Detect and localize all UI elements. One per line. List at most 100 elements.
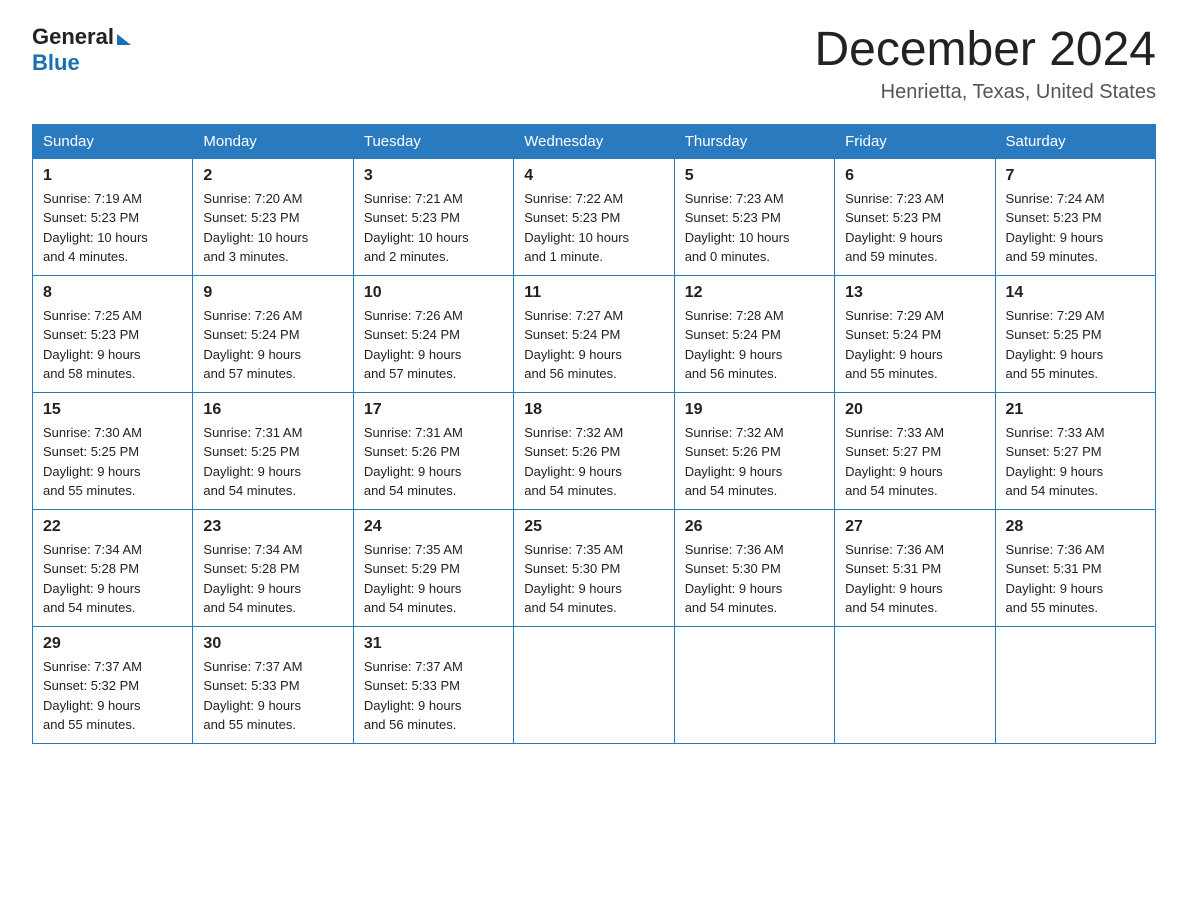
calendar-day-cell: 24 Sunrise: 7:35 AMSunset: 5:29 PMDayligh… [353, 509, 513, 626]
page-subtitle: Henrietta, Texas, United States [814, 81, 1156, 104]
calendar-day-cell: 26Sunrise: 7:36 AMSunset: 5:30 PMDayligh… [674, 509, 834, 626]
calendar-day-cell: 1 Sunrise: 7:19 AMSunset: 5:23 PMDaylight… [33, 158, 193, 275]
day-number: 10 [364, 284, 503, 302]
calendar-day-cell: 11Sunrise: 7:27 AMSunset: 5:24 PMDayligh… [514, 275, 674, 392]
column-header-friday: Friday [835, 124, 995, 158]
calendar-day-cell [514, 626, 674, 743]
calendar-day-cell: 18 Sunrise: 7:32 AMSunset: 5:26 PMDayligh… [514, 392, 674, 509]
day-info: Sunrise: 7:28 AMSunset: 5:24 PMDaylight:… [685, 306, 824, 384]
day-number: 12 [685, 284, 824, 302]
calendar-day-cell: 22 Sunrise: 7:34 AMSunset: 5:28 PMDayligh… [33, 509, 193, 626]
day-info: Sunrise: 7:19 AMSunset: 5:23 PMDaylight:… [43, 189, 182, 267]
day-info: Sunrise: 7:20 AMSunset: 5:23 PMDaylight:… [203, 189, 342, 267]
day-number: 27 [845, 518, 984, 536]
day-info: Sunrise: 7:30 AMSunset: 5:25 PMDaylight:… [43, 423, 182, 501]
day-number: 29 [43, 635, 182, 653]
calendar-day-cell: 29 Sunrise: 7:37 AMSunset: 5:32 PMDayligh… [33, 626, 193, 743]
day-number: 20 [845, 401, 984, 419]
calendar-day-cell [674, 626, 834, 743]
day-info: Sunrise: 7:23 AMSunset: 5:23 PMDaylight:… [685, 189, 824, 267]
day-info: Sunrise: 7:33 AMSunset: 5:27 PMDaylight:… [845, 423, 984, 501]
page-header: General Blue December 2024 Henrietta, Te… [32, 24, 1156, 104]
day-info: Sunrise: 7:33 AMSunset: 5:27 PMDaylight:… [1006, 423, 1145, 501]
calendar-week-row: 29 Sunrise: 7:37 AMSunset: 5:32 PMDayligh… [33, 626, 1156, 743]
calendar-day-cell: 2 Sunrise: 7:20 AMSunset: 5:23 PMDaylight… [193, 158, 353, 275]
calendar-day-cell: 7 Sunrise: 7:24 AMSunset: 5:23 PMDaylight… [995, 158, 1155, 275]
column-header-wednesday: Wednesday [514, 124, 674, 158]
day-number: 18 [524, 401, 663, 419]
day-info: Sunrise: 7:32 AMSunset: 5:26 PMDaylight:… [524, 423, 663, 501]
day-number: 22 [43, 518, 182, 536]
day-info: Sunrise: 7:29 AMSunset: 5:24 PMDaylight:… [845, 306, 984, 384]
day-number: 24 [364, 518, 503, 536]
calendar-day-cell: 17Sunrise: 7:31 AMSunset: 5:26 PMDayligh… [353, 392, 513, 509]
calendar-day-cell: 23Sunrise: 7:34 AMSunset: 5:28 PMDayligh… [193, 509, 353, 626]
column-header-saturday: Saturday [995, 124, 1155, 158]
calendar-day-cell: 3 Sunrise: 7:21 AMSunset: 5:23 PMDaylight… [353, 158, 513, 275]
day-number: 16 [203, 401, 342, 419]
calendar-day-cell: 25 Sunrise: 7:35 AMSunset: 5:30 PMDayligh… [514, 509, 674, 626]
day-info: Sunrise: 7:37 AMSunset: 5:33 PMDaylight:… [203, 657, 342, 735]
day-info: Sunrise: 7:21 AMSunset: 5:23 PMDaylight:… [364, 189, 503, 267]
page-title: December 2024 [814, 24, 1156, 77]
calendar-day-cell: 9 Sunrise: 7:26 AMSunset: 5:24 PMDaylight… [193, 275, 353, 392]
column-header-tuesday: Tuesday [353, 124, 513, 158]
day-number: 4 [524, 167, 663, 185]
day-info: Sunrise: 7:22 AMSunset: 5:23 PMDaylight:… [524, 189, 663, 267]
day-number: 7 [1006, 167, 1145, 185]
column-header-sunday: Sunday [33, 124, 193, 158]
calendar-day-cell: 27 Sunrise: 7:36 AMSunset: 5:31 PMDayligh… [835, 509, 995, 626]
day-info: Sunrise: 7:31 AMSunset: 5:25 PMDaylight:… [203, 423, 342, 501]
day-number: 9 [203, 284, 342, 302]
day-number: 31 [364, 635, 503, 653]
calendar-week-row: 8Sunrise: 7:25 AMSunset: 5:23 PMDaylight… [33, 275, 1156, 392]
day-number: 1 [43, 167, 182, 185]
logo: General Blue [32, 24, 131, 76]
day-number: 2 [203, 167, 342, 185]
logo-arrow-icon [117, 34, 131, 45]
calendar-day-cell [835, 626, 995, 743]
calendar-day-cell: 31Sunrise: 7:37 AMSunset: 5:33 PMDayligh… [353, 626, 513, 743]
column-header-thursday: Thursday [674, 124, 834, 158]
day-info: Sunrise: 7:23 AMSunset: 5:23 PMDaylight:… [845, 189, 984, 267]
title-area: December 2024 Henrietta, Texas, United S… [814, 24, 1156, 104]
calendar-day-cell: 28 Sunrise: 7:36 AMSunset: 5:31 PMDayligh… [995, 509, 1155, 626]
calendar-day-cell: 6 Sunrise: 7:23 AMSunset: 5:23 PMDaylight… [835, 158, 995, 275]
day-info: Sunrise: 7:34 AMSunset: 5:28 PMDaylight:… [203, 540, 342, 618]
calendar-day-cell: 15 Sunrise: 7:30 AMSunset: 5:25 PMDayligh… [33, 392, 193, 509]
logo-general-text: General [32, 24, 114, 50]
day-number: 3 [364, 167, 503, 185]
day-number: 15 [43, 401, 182, 419]
day-info: Sunrise: 7:26 AMSunset: 5:24 PMDaylight:… [203, 306, 342, 384]
calendar-day-cell [995, 626, 1155, 743]
day-info: Sunrise: 7:36 AMSunset: 5:31 PMDaylight:… [1006, 540, 1145, 618]
calendar-day-cell: 13Sunrise: 7:29 AMSunset: 5:24 PMDayligh… [835, 275, 995, 392]
calendar-day-cell: 5Sunrise: 7:23 AMSunset: 5:23 PMDaylight… [674, 158, 834, 275]
day-number: 28 [1006, 518, 1145, 536]
day-info: Sunrise: 7:34 AMSunset: 5:28 PMDaylight:… [43, 540, 182, 618]
day-info: Sunrise: 7:35 AMSunset: 5:30 PMDaylight:… [524, 540, 663, 618]
calendar-day-cell: 16 Sunrise: 7:31 AMSunset: 5:25 PMDayligh… [193, 392, 353, 509]
calendar-day-cell: 4 Sunrise: 7:22 AMSunset: 5:23 PMDaylight… [514, 158, 674, 275]
day-info: Sunrise: 7:27 AMSunset: 5:24 PMDaylight:… [524, 306, 663, 384]
calendar-week-row: 22 Sunrise: 7:34 AMSunset: 5:28 PMDayligh… [33, 509, 1156, 626]
day-number: 25 [524, 518, 663, 536]
calendar-header-row: SundayMondayTuesdayWednesdayThursdayFrid… [33, 124, 1156, 158]
day-number: 8 [43, 284, 182, 302]
day-info: Sunrise: 7:35 AMSunset: 5:29 PMDaylight:… [364, 540, 503, 618]
day-info: Sunrise: 7:36 AMSunset: 5:31 PMDaylight:… [845, 540, 984, 618]
day-number: 6 [845, 167, 984, 185]
day-info: Sunrise: 7:29 AMSunset: 5:25 PMDaylight:… [1006, 306, 1145, 384]
logo-blue-text: Blue [32, 50, 80, 76]
day-info: Sunrise: 7:26 AMSunset: 5:24 PMDaylight:… [364, 306, 503, 384]
day-number: 21 [1006, 401, 1145, 419]
day-number: 14 [1006, 284, 1145, 302]
day-info: Sunrise: 7:37 AMSunset: 5:32 PMDaylight:… [43, 657, 182, 735]
day-number: 19 [685, 401, 824, 419]
day-info: Sunrise: 7:24 AMSunset: 5:23 PMDaylight:… [1006, 189, 1145, 267]
day-number: 17 [364, 401, 503, 419]
day-number: 30 [203, 635, 342, 653]
day-number: 26 [685, 518, 824, 536]
calendar-day-cell: 8Sunrise: 7:25 AMSunset: 5:23 PMDaylight… [33, 275, 193, 392]
calendar-day-cell: 12 Sunrise: 7:28 AMSunset: 5:24 PMDayligh… [674, 275, 834, 392]
